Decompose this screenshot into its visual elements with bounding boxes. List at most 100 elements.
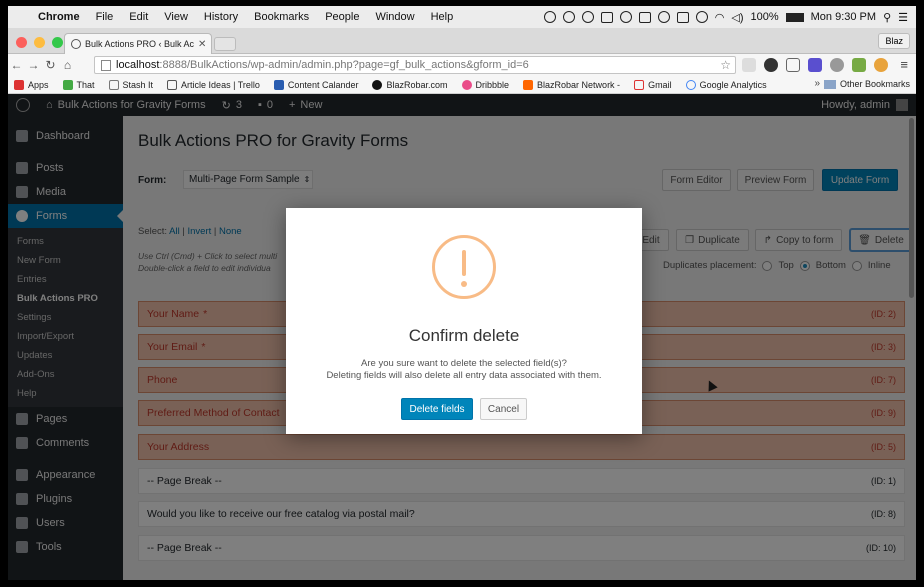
tab-title: Bulk Actions PRO ‹ Bulk Ac	[85, 39, 195, 49]
volume-icon[interactable]: ◁)	[731, 11, 743, 24]
cast-icon[interactable]	[786, 58, 800, 72]
profile-button[interactable]: Blaz	[878, 33, 910, 49]
globe-icon	[71, 39, 81, 49]
bookmark-label: Content Calander	[287, 79, 359, 90]
bookmark-apps[interactable]: Apps	[14, 79, 49, 90]
extension-icon-1[interactable]	[742, 58, 756, 72]
bookmark-star-icon[interactable]: ☆	[720, 58, 735, 72]
tray-icon-9[interactable]	[695, 11, 708, 23]
bookmark-blazrobar[interactable]: BlazRobar.com	[372, 79, 448, 90]
tray-icon-1[interactable]	[543, 11, 556, 23]
dialog-title: Confirm delete	[408, 326, 520, 345]
menu-bookmarks[interactable]: Bookmarks	[246, 11, 317, 23]
bookmark-label: That	[76, 79, 95, 90]
apps-icon	[14, 79, 24, 90]
bookmark-label: Gmail	[648, 79, 672, 90]
address-bar[interactable]: localhost :8888/BulkActions/wp-admin/adm…	[94, 56, 736, 74]
extension-icon-6[interactable]	[874, 58, 888, 72]
bookmark-gmail[interactable]: Gmail	[634, 79, 672, 90]
notifications-icon[interactable]: ☰	[898, 11, 908, 24]
tray-icon-8[interactable]	[676, 11, 689, 23]
menu-history[interactable]: History	[196, 11, 246, 23]
screen: Chrome File Edit View History Bookmarks …	[8, 6, 916, 580]
menu-people[interactable]: People	[317, 11, 367, 23]
new-tab-button[interactable]	[214, 37, 236, 51]
bookmarks-bar: Apps That Stash It Article Ideas | Trell…	[8, 76, 916, 94]
browser-tab[interactable]: Bulk Actions PRO ‹ Bulk Ac ✕	[64, 33, 212, 54]
bookmark-label: BlazRobar Network -	[537, 79, 621, 90]
close-window-icon[interactable]	[16, 37, 27, 48]
wifi-icon[interactable]: ◠	[715, 11, 725, 24]
confirm-delete-dialog: Confirm delete Are you sure want to dele…	[286, 208, 642, 434]
home-icon[interactable]: ⌂	[59, 58, 76, 72]
bookmark-stash[interactable]: Stash It	[108, 79, 154, 90]
bookmark-label: Article Ideas | Trello	[181, 79, 260, 90]
mac-menubar: Chrome File Edit View History Bookmarks …	[8, 6, 916, 28]
page-icon	[101, 59, 111, 71]
maximize-window-icon[interactable]	[52, 37, 63, 48]
bookmark-analytics[interactable]: Google Analytics	[685, 79, 767, 90]
extension-icon-4[interactable]	[830, 58, 844, 72]
extension-icon-5[interactable]	[852, 58, 866, 72]
dialog-message-line-1: Are you sure want to delete the selected…	[361, 358, 567, 369]
bookmark-label: BlazRobar.com	[386, 79, 448, 90]
dialog-message-line-2: Deleting fields will also delete all ent…	[326, 370, 602, 381]
blazrobar-icon	[372, 79, 383, 90]
window-controls	[16, 37, 63, 48]
chrome-menu-icon[interactable]: ≡	[900, 57, 908, 72]
extension-icon-2[interactable]	[764, 58, 778, 72]
dialog-message: Are you sure want to delete the selected…	[286, 358, 642, 382]
other-bookmarks-label: Other Bookmarks	[839, 79, 910, 89]
doc-icon	[108, 79, 119, 90]
bookmark-label: Google Analytics	[699, 79, 767, 90]
menu-window[interactable]: Window	[367, 11, 422, 23]
bookmark-content[interactable]: Content Calander	[273, 79, 359, 90]
tray-icon-7[interactable]	[657, 11, 670, 23]
url-host: localhost	[116, 59, 160, 71]
bookmark-that[interactable]: That	[62, 79, 95, 90]
menu-view[interactable]: View	[156, 11, 196, 23]
cancel-button[interactable]: Cancel	[480, 398, 527, 420]
folder-icon	[823, 79, 836, 89]
clock[interactable]: Mon 9:30 PM	[811, 11, 876, 23]
tray-icon-6[interactable]	[638, 11, 651, 23]
warning-icon	[432, 235, 496, 299]
gmail-icon	[634, 79, 645, 90]
dribbble-icon	[461, 79, 472, 90]
calendar-icon	[273, 79, 284, 90]
battery-text[interactable]: 100%	[751, 11, 779, 23]
menu-app[interactable]: Chrome	[30, 11, 88, 23]
delete-fields-button[interactable]: Delete fields	[401, 398, 473, 420]
menu-file[interactable]: File	[88, 11, 122, 23]
bookmark-label: Apps	[28, 79, 49, 90]
close-tab-icon[interactable]: ✕	[198, 39, 206, 50]
bookmark-network[interactable]: BlazRobar Network -	[523, 79, 621, 90]
bookmark-label: Dribbble	[475, 79, 510, 90]
battery-icon	[785, 12, 804, 22]
network-icon	[523, 79, 534, 90]
bookmark-label: Stash It	[122, 79, 154, 90]
spotlight-icon[interactable]: ⚲	[883, 11, 891, 24]
minimize-window-icon[interactable]	[34, 37, 45, 48]
url-path: :8888/BulkActions/wp-admin/admin.php?pag…	[159, 59, 529, 71]
status-tray: ◠ ◁) 100% Mon 9:30 PM ⚲ ☰	[543, 11, 916, 24]
other-bookmarks[interactable]: Other Bookmarks	[823, 79, 910, 89]
bookmark-dribbble[interactable]: Dribbble	[461, 79, 510, 90]
menu-edit[interactable]: Edit	[121, 11, 156, 23]
menu-help[interactable]: Help	[423, 11, 462, 23]
tray-icon-2[interactable]	[562, 11, 575, 23]
bookmarks-overflow[interactable]: »	[814, 78, 820, 89]
trello-icon	[167, 79, 178, 90]
tray-icon-5[interactable]	[619, 11, 632, 23]
leaf-icon	[62, 79, 73, 90]
bookmark-trello[interactable]: Article Ideas | Trello	[167, 79, 260, 90]
back-icon[interactable]: ←	[8, 58, 25, 72]
reload-icon[interactable]: ↻	[42, 58, 59, 72]
tab-strip: Bulk Actions PRO ‹ Bulk Ac ✕ Blaz	[8, 28, 916, 54]
tray-icon-3[interactable]	[581, 11, 594, 23]
forward-icon[interactable]: →	[25, 58, 42, 72]
google-icon	[685, 79, 696, 90]
extension-icon-3[interactable]	[808, 58, 822, 72]
tray-icon-4[interactable]	[600, 11, 613, 23]
browser-toolbar: ← → ↻ ⌂ localhost :8888/BulkActions/wp-a…	[8, 54, 916, 76]
